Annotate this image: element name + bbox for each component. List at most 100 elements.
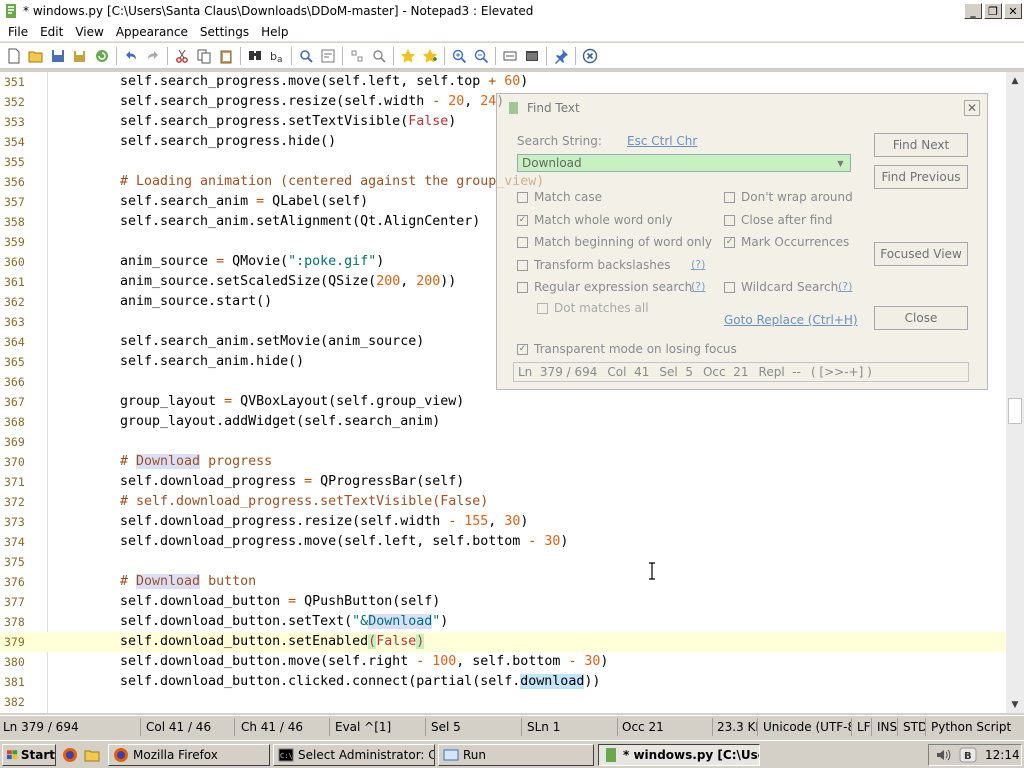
reload-icon[interactable]	[91, 45, 113, 67]
focused-view-button[interactable]: Focused View	[874, 242, 968, 266]
status-std[interactable]: STD	[900, 718, 926, 736]
goto-replace-link[interactable]: Goto Replace (Ctrl+H)	[724, 313, 858, 327]
menu-view[interactable]: View	[69, 25, 109, 39]
restore-button[interactable]: ❐	[984, 3, 1002, 19]
find-next-button[interactable]: Find Next	[874, 133, 968, 157]
code-line[interactable]: 378 self.download_button.setText("&Downlo…	[0, 612, 1006, 632]
code-line[interactable]: 371 self.download_progress = QProgressBar…	[0, 472, 1006, 492]
menu-appearance[interactable]: Appearance	[110, 25, 194, 39]
transparent-mode-checkbox[interactable]: ✓ Transparent mode on losing focus	[517, 342, 737, 356]
task-firefox[interactable]: Mozilla Firefox	[108, 744, 270, 766]
status-sel-lines: SLn 1	[524, 718, 618, 736]
close-doc-icon[interactable]	[579, 45, 601, 67]
search-string-input[interactable]: Download	[517, 154, 851, 172]
save-icon[interactable]	[47, 45, 69, 67]
code-line[interactable]: 351 self.search_progress.move(self.left, …	[0, 72, 1006, 92]
task-notepad3[interactable]: * windows.py [C:\Use...	[598, 744, 760, 766]
properties-icon[interactable]	[521, 45, 543, 67]
word-wrap-icon[interactable]	[317, 45, 339, 67]
zoom-icon[interactable]	[368, 45, 390, 67]
task-run[interactable]: Run	[438, 744, 594, 766]
code-line[interactable]: 374 self.download_progress.move(self.left…	[0, 532, 1006, 552]
replace-icon[interactable]: ba	[266, 45, 288, 67]
menu-help[interactable]: Help	[255, 25, 294, 39]
vertical-scrollbar[interactable]: ▲ ▼	[1006, 72, 1024, 713]
minimize-button[interactable]: _	[964, 3, 982, 19]
help-link-regex[interactable]: (?)	[691, 280, 705, 293]
status-column[interactable]: Col 41 / 46	[143, 718, 235, 736]
close-dialog-button[interactable]: Close	[874, 306, 968, 330]
regex-search-checkbox[interactable]: Regular expression search	[517, 280, 692, 294]
find-dialog-close-icon[interactable]: ✕	[964, 100, 980, 116]
menu-settings[interactable]: Settings	[194, 25, 255, 39]
mark-occurrences-checkbox[interactable]: ✓ Mark Occurrences	[724, 235, 849, 249]
cut-icon[interactable]	[171, 45, 193, 67]
find-icon[interactable]	[244, 45, 266, 67]
code-line[interactable]: 375	[0, 552, 1006, 572]
match-beginning-checkbox[interactable]: Match beginning of word only	[517, 235, 712, 249]
line-code: self.download_progress = QProgressBar(se…	[120, 474, 465, 489]
zoom-out-icon[interactable]	[470, 45, 492, 67]
volume-icon[interactable]	[935, 747, 953, 763]
menu-edit[interactable]: Edit	[34, 25, 69, 39]
task-cmd[interactable]: C:\ Select Administrator: C:\W...	[273, 744, 435, 766]
find-dialog-titlebar[interactable]: Find Text	[497, 94, 987, 121]
code-line[interactable]: 380 self.download_button.move(self.right …	[0, 652, 1006, 672]
status-eol[interactable]: LF	[854, 718, 872, 736]
scroll-up-button[interactable]: ▲	[1006, 72, 1024, 89]
code-line[interactable]: 377 self.download_button = QPushButton(se…	[0, 592, 1006, 612]
wildcard-search-checkbox[interactable]: Wildcard Search	[724, 280, 838, 294]
code-line[interactable]: 368 group_layout.addWidget(self.search_an…	[0, 412, 1006, 432]
save-as-icon[interactable]	[69, 45, 91, 67]
line-number: 358	[4, 215, 25, 229]
clock[interactable]: 12:14	[985, 748, 1020, 762]
code-line[interactable]: 382	[0, 692, 1006, 712]
new-icon[interactable]	[3, 45, 25, 67]
start-button[interactable]: Start	[2, 744, 56, 766]
status-encoding[interactable]: Unicode (UTF-8)	[760, 718, 852, 736]
code-line[interactable]: 376 # Download button	[0, 572, 1006, 592]
chevron-down-icon[interactable]: ▼	[832, 155, 849, 171]
transform-backslashes-checkbox[interactable]: Transform backslashes	[517, 258, 670, 272]
match-whole-word-checkbox[interactable]: ✓ Match whole word only	[517, 213, 672, 227]
help-link-wildcard[interactable]: (?)	[838, 280, 852, 293]
find-previous-button[interactable]: Find Previous	[874, 165, 968, 189]
close-button[interactable]: ✕	[1004, 3, 1022, 19]
code-line[interactable]: 370 # Download progress	[0, 452, 1006, 472]
esc-ctrl-chr-link[interactable]: Esc Ctrl Chr	[627, 134, 697, 148]
match-case-checkbox[interactable]: Match case	[517, 190, 602, 204]
code-line[interactable]: 367 group_layout = QVBoxLayout(self.group…	[0, 392, 1006, 412]
status-language[interactable]: Python Script	[928, 718, 1024, 736]
find-in-files-icon[interactable]	[295, 45, 317, 67]
line-number: 380	[4, 655, 25, 669]
scheme-icon[interactable]	[499, 45, 521, 67]
dot-matches-all-checkbox[interactable]: Dot matches all	[537, 301, 649, 315]
toggle-folds-icon[interactable]	[346, 45, 368, 67]
redo-icon[interactable]	[142, 45, 164, 67]
code-line[interactable]: 369	[0, 432, 1006, 452]
dont-wrap-checkbox[interactable]: Don't wrap around	[724, 190, 853, 204]
help-link-backslashes[interactable]: (?)	[691, 258, 705, 271]
firefox-quicklaunch-icon[interactable]	[62, 747, 78, 763]
code-line[interactable]: 372 # self.download_progress.setTextVisib…	[0, 492, 1006, 512]
undo-icon[interactable]	[120, 45, 142, 67]
scroll-thumb[interactable]	[1008, 398, 1022, 424]
svg-text:a: a	[277, 55, 283, 64]
folder-quicklaunch-icon[interactable]	[84, 747, 100, 763]
scroll-down-button[interactable]: ▼	[1006, 696, 1024, 713]
add-favorite-icon[interactable]	[419, 45, 441, 67]
paste-icon[interactable]	[215, 45, 237, 67]
tray-app-icon[interactable]: B	[959, 747, 977, 763]
status-line[interactable]: Ln 379 / 694	[0, 718, 141, 736]
close-after-find-checkbox[interactable]: Close after find	[724, 213, 833, 227]
zoom-in-icon[interactable]	[448, 45, 470, 67]
code-line[interactable]: 381 self.download_button.clicked.connect(…	[0, 672, 1006, 692]
status-insert-mode[interactable]: INS	[874, 718, 898, 736]
code-line[interactable]: 373 self.download_progress.resize(self.wi…	[0, 512, 1006, 532]
open-icon[interactable]	[25, 45, 47, 67]
favorites-icon[interactable]	[397, 45, 419, 67]
code-line[interactable]: 379 self.download_button.setEnabled(False…	[0, 632, 1006, 652]
copy-icon[interactable]	[193, 45, 215, 67]
pin-icon[interactable]	[550, 45, 572, 67]
menu-file[interactable]: File	[2, 25, 34, 39]
